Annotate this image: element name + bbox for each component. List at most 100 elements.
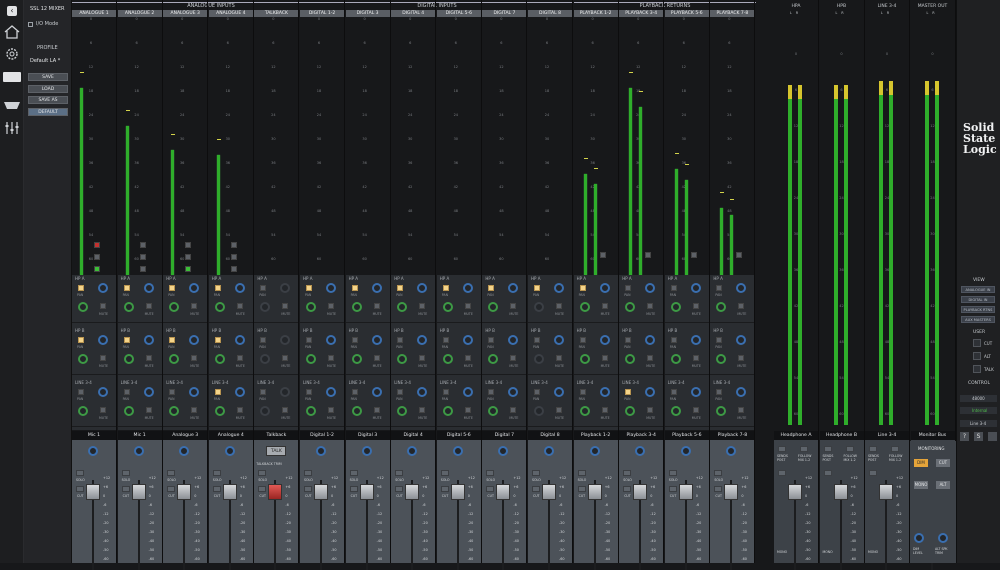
lock-icon[interactable]: [988, 432, 997, 441]
main-pan-knob[interactable]: [224, 446, 235, 456]
send-mute-button[interactable]: [647, 407, 654, 413]
send-mute-button[interactable]: [100, 407, 106, 413]
line-button[interactable]: [230, 254, 237, 260]
main-pan-knob[interactable]: [179, 446, 190, 456]
cut-button[interactable]: [577, 486, 586, 492]
channel-fader[interactable]: [131, 484, 146, 500]
line-button[interactable]: [139, 254, 146, 260]
io-mode-checkbox[interactable]: [28, 22, 33, 27]
send-level-knob[interactable]: [534, 406, 544, 416]
send-mute-button[interactable]: [556, 407, 562, 413]
alt-spk-trim-knob[interactable]: [938, 533, 948, 543]
solo-button[interactable]: [440, 470, 449, 476]
solo-button[interactable]: [623, 470, 632, 476]
solo-button[interactable]: [869, 470, 877, 476]
send-enable-button[interactable]: [123, 389, 130, 395]
follow-mix-button[interactable]: [800, 446, 808, 452]
pan-knob[interactable]: [234, 283, 245, 293]
hpf-button[interactable]: [185, 266, 192, 272]
send-level-knob[interactable]: [488, 354, 499, 364]
channel-fader[interactable]: [633, 484, 648, 500]
pan-knob[interactable]: [554, 387, 564, 397]
channel-name[interactable]: Digital 4: [391, 431, 436, 440]
output-fader[interactable]: [788, 484, 802, 500]
channel-name[interactable]: Playback 7-8: [710, 431, 755, 440]
talkback-fader[interactable]: [268, 484, 283, 500]
send-mute-button[interactable]: [373, 407, 380, 413]
pan-knob[interactable]: [234, 335, 245, 345]
main-pan-knob[interactable]: [361, 446, 372, 456]
solo-button[interactable]: [167, 470, 176, 476]
dim-level-knob[interactable]: [914, 533, 924, 543]
talk-button[interactable]: TALK: [266, 446, 287, 456]
cut-monitor-button[interactable]: CUT: [936, 459, 950, 467]
send-enable-button[interactable]: [579, 389, 586, 395]
pan-knob[interactable]: [599, 335, 610, 345]
pan-knob[interactable]: [645, 335, 656, 345]
solo-button[interactable]: [668, 470, 677, 476]
pan-knob[interactable]: [326, 387, 336, 397]
pan-knob[interactable]: [554, 283, 564, 293]
collapse-icon[interactable]: ‹: [7, 6, 17, 16]
main-pan-knob[interactable]: [544, 446, 554, 456]
pan-knob[interactable]: [326, 283, 336, 293]
ssl-icon[interactable]: S: [974, 432, 983, 441]
pan-knob[interactable]: [280, 387, 291, 397]
output-name[interactable]: Headphone A: [774, 431, 818, 440]
cut-button[interactable]: [76, 486, 84, 492]
channel-fader[interactable]: [587, 484, 602, 500]
main-pan-knob[interactable]: [133, 446, 144, 456]
send-enable-button[interactable]: [214, 337, 221, 343]
send-mute-button[interactable]: [510, 303, 517, 309]
send-level-knob[interactable]: [169, 354, 180, 364]
send-level-knob[interactable]: [260, 406, 271, 416]
send-enable-button[interactable]: [670, 285, 677, 291]
send-mute-button[interactable]: [692, 303, 699, 309]
channel-name[interactable]: Analogue 4: [208, 431, 253, 440]
pan-knob[interactable]: [371, 387, 382, 397]
pan-knob[interactable]: [690, 387, 701, 397]
send-level-knob[interactable]: [670, 354, 681, 364]
pan-knob[interactable]: [508, 283, 519, 293]
send-level-knob[interactable]: [169, 406, 180, 416]
main-pan-knob[interactable]: [316, 446, 326, 456]
send-level-knob[interactable]: [716, 354, 727, 364]
send-level-knob[interactable]: [78, 302, 88, 312]
pan-knob[interactable]: [280, 283, 291, 293]
channel-fader[interactable]: [359, 484, 374, 500]
pan-knob[interactable]: [462, 335, 473, 345]
pan-knob[interactable]: [645, 283, 656, 293]
home-icon[interactable]: [4, 24, 20, 39]
send-level-knob[interactable]: [123, 302, 134, 312]
hpf-button[interactable]: [139, 266, 146, 272]
alt-monitor-button[interactable]: ALT: [936, 481, 950, 489]
main-pan-knob[interactable]: [726, 446, 737, 456]
send-mute-button[interactable]: [556, 355, 562, 361]
send-mute-button[interactable]: [464, 407, 471, 413]
send-enable-button[interactable]: [351, 337, 358, 343]
send-level-knob[interactable]: [579, 406, 590, 416]
send-mute-button[interactable]: [692, 355, 699, 361]
solo-button[interactable]: [304, 470, 312, 476]
pan-knob[interactable]: [690, 335, 701, 345]
send-enable-button[interactable]: [397, 389, 404, 395]
channel-name[interactable]: Playback 1-2: [573, 431, 618, 440]
send-level-knob[interactable]: [534, 354, 544, 364]
pan-knob[interactable]: [371, 283, 382, 293]
send-mute-button[interactable]: [100, 355, 106, 361]
direct-button[interactable]: [645, 252, 652, 258]
send-mute-button[interactable]: [236, 355, 243, 361]
send-mute-button[interactable]: [738, 355, 745, 361]
plugins-icon[interactable]: [3, 120, 21, 134]
output-fader[interactable]: [833, 484, 848, 500]
pan-knob[interactable]: [234, 387, 245, 397]
send-enable-button[interactable]: [169, 389, 176, 395]
pan-knob[interactable]: [690, 283, 701, 293]
send-enable-button[interactable]: [351, 285, 358, 291]
channel-name[interactable]: Digital 3: [345, 431, 390, 440]
send-enable-button[interactable]: [397, 337, 404, 343]
follow-mix-button[interactable]: [845, 446, 854, 452]
phantom-button[interactable]: [94, 242, 100, 248]
send-mute-button[interactable]: [145, 303, 152, 309]
pan-knob[interactable]: [189, 335, 200, 345]
